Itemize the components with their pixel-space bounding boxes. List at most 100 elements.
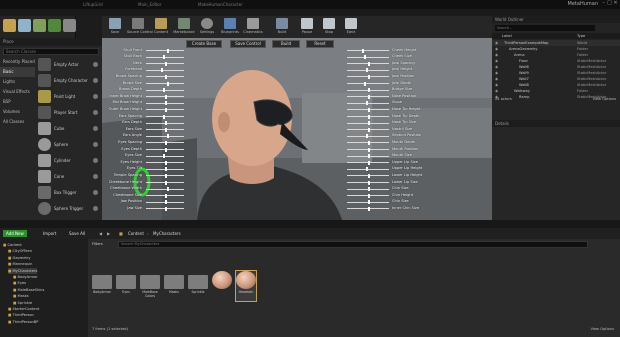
save-button[interactable]: Save	[104, 17, 126, 37]
category-visual-effects[interactable]: Visual Effects	[0, 87, 35, 97]
editor-tab-1[interactable]: LiftupGrid	[80, 1, 106, 8]
folder-tree-item[interactable]: ■ ThirdPersonBP	[8, 319, 38, 325]
slider-handle[interactable]	[368, 147, 370, 152]
category-volumes[interactable]: Volumes	[0, 107, 35, 117]
slider-handle[interactable]	[368, 180, 370, 185]
slider-handle[interactable]	[165, 160, 167, 165]
slider-handle[interactable]	[365, 101, 368, 106]
slider-handle[interactable]	[368, 127, 370, 132]
folder-tree-item[interactable]: ■ Sprinkle	[13, 300, 32, 306]
place-mode-icon[interactable]	[3, 19, 16, 32]
outliner-search-input[interactable]: Search...	[495, 25, 595, 31]
asset-folder[interactable]: BodyArmor	[92, 271, 112, 301]
place-item-cube[interactable]: Cube	[38, 121, 100, 136]
slider-handle[interactable]	[368, 206, 370, 211]
slider-track[interactable]	[347, 168, 389, 170]
slider-handle[interactable]	[368, 88, 370, 93]
folder-tree-item[interactable]: ■ BodyArmor	[13, 274, 38, 280]
slider-handle[interactable]	[368, 114, 370, 119]
maximize-button[interactable]: □	[607, 1, 612, 6]
breadcrumb-mycharacters[interactable]: MyCharacters	[150, 230, 184, 237]
add-new-button[interactable]: Add New	[3, 230, 27, 237]
slider-handle[interactable]	[368, 200, 370, 205]
place-item-box-trigger[interactable]: Box Trigger	[38, 185, 100, 200]
geometry-mode-icon[interactable]	[63, 19, 76, 32]
slider-track[interactable]	[146, 135, 184, 137]
slider-handle[interactable]	[368, 121, 370, 126]
folder-tree-item[interactable]: ■ Geometry	[8, 255, 30, 261]
source-control-button[interactable]: Source Control	[127, 17, 153, 37]
place-item-cone[interactable]: Cone	[38, 169, 100, 184]
save-control-button[interactable]: Save Control	[230, 40, 266, 48]
asset-material[interactable]: Headskin	[235, 270, 257, 302]
slider-handle[interactable]	[368, 193, 370, 198]
slider-track[interactable]	[146, 69, 184, 71]
folder-tree-item[interactable]: ■ MaleBaseSkins	[13, 287, 44, 293]
col-label[interactable]: Label	[502, 33, 512, 39]
category-basic[interactable]: Basic	[0, 67, 35, 77]
asset-folder[interactable]: Sprinkle	[188, 271, 208, 301]
col-type[interactable]: Type	[577, 33, 585, 39]
marketplace-button[interactable]: Marketplace	[173, 17, 195, 37]
slider-handle[interactable]	[165, 74, 167, 79]
help-icon[interactable]	[93, 110, 98, 115]
slider-handle[interactable]	[165, 107, 167, 112]
slider-handle[interactable]	[165, 101, 167, 106]
slider-handle[interactable]	[368, 187, 370, 192]
slider-handle[interactable]	[365, 134, 368, 139]
folder-tree-item[interactable]: ■ CityOfTeen	[8, 248, 32, 254]
slider-track[interactable]	[347, 135, 389, 137]
slider-handle[interactable]	[165, 200, 167, 205]
slider-track[interactable]	[347, 83, 389, 84]
outliner-view-options[interactable]: View Options	[592, 97, 616, 101]
place-item-cylinder[interactable]: Cylinder	[38, 153, 100, 168]
folder-tree-item[interactable]: ■ ThirdPerson	[8, 312, 34, 318]
slider-handle[interactable]	[368, 160, 370, 165]
slider-handle[interactable]	[163, 114, 166, 119]
asset-folder[interactable]: Eyes	[116, 271, 136, 301]
folder-tree-item[interactable]: ■ Masks	[13, 293, 29, 299]
slider-handle[interactable]	[165, 127, 167, 132]
slider-track[interactable]	[146, 188, 184, 190]
asset-search-input[interactable]: Search MyCharacters	[118, 241, 588, 248]
slider-track[interactable]	[347, 102, 389, 104]
folder-tree-item[interactable]: ■ Content	[3, 242, 22, 248]
help-icon[interactable]	[93, 94, 98, 99]
cinematics-button[interactable]: Cinematics	[242, 17, 264, 37]
help-icon[interactable]	[93, 206, 98, 211]
slider-handle[interactable]	[363, 55, 366, 60]
folder-tree-item[interactable]: ■ Eyes	[13, 280, 26, 286]
place-item-sphere-trigger[interactable]: Sphere Trigger	[38, 201, 100, 216]
slider-handle[interactable]	[368, 74, 370, 79]
folder-tree-item[interactable]: ■ MyCharacters	[8, 267, 38, 274]
category-recently-placed[interactable]: Recently Placed	[0, 57, 35, 67]
asset-material[interactable]	[212, 271, 232, 301]
close-button[interactable]: ✕	[613, 1, 618, 6]
stop-button[interactable]: Stop	[318, 17, 340, 37]
help-icon[interactable]	[93, 78, 98, 83]
slider-handle[interactable]	[166, 187, 169, 192]
slider-handle[interactable]	[165, 167, 167, 172]
slider-handle[interactable]	[165, 121, 167, 126]
slider-handle[interactable]	[368, 61, 370, 66]
editor-tab-3[interactable]: MakeHumanCharacter	[195, 1, 246, 8]
slider-handle[interactable]	[363, 81, 366, 86]
create-base-button[interactable]: Create Base	[186, 40, 222, 48]
place-item-empty-actor[interactable]: Empty Actor	[38, 57, 100, 72]
landscape-mode-icon[interactable]	[33, 19, 46, 32]
slider-handle[interactable]	[165, 94, 167, 99]
slider-handle[interactable]	[165, 180, 167, 185]
place-item-player-start[interactable]: Player Start	[38, 105, 100, 120]
slider-track[interactable]	[347, 69, 389, 71]
category-lights[interactable]: Lights	[0, 77, 35, 87]
slider-track[interactable]	[347, 50, 389, 51]
slider-handle[interactable]	[368, 154, 370, 159]
place-item-empty-character[interactable]: Empty Character	[38, 73, 100, 88]
slider-handle[interactable]	[365, 68, 368, 73]
eject-button[interactable]: Eject	[340, 17, 362, 37]
category-bsp[interactable]: BSP	[0, 97, 35, 107]
slider-track[interactable]	[347, 56, 389, 58]
slider-handle[interactable]	[163, 88, 166, 93]
asset-folder[interactable]: MaleBase Colors	[140, 271, 160, 301]
slider-handle[interactable]	[166, 134, 169, 139]
